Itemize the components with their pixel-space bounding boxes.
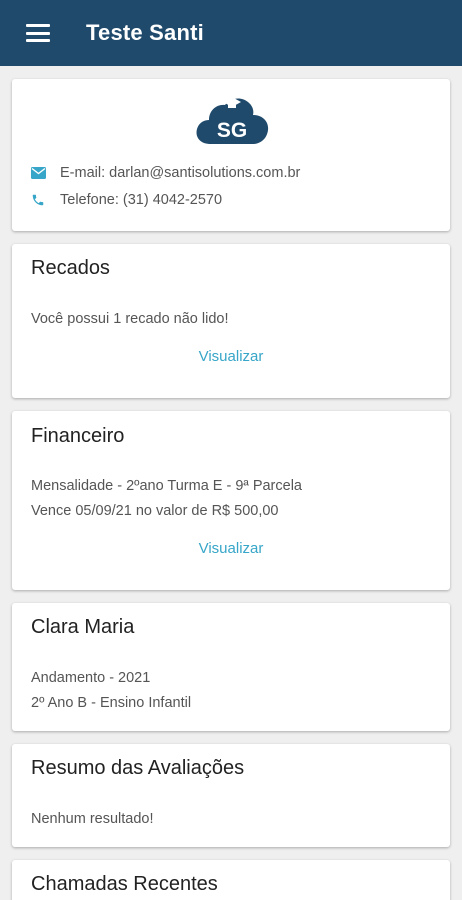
recados-view-button[interactable]: Visualizar [12, 348, 450, 365]
svg-text:SG: SG [217, 119, 247, 142]
contact-phone-row[interactable]: Telefone: (31) 4042-2570 [30, 192, 222, 208]
recados-message: Você possui 1 recado não lido! [31, 311, 229, 327]
student-year: Andamento - 2021 [31, 670, 151, 686]
student-name: Clara Maria [31, 616, 135, 638]
avaliacoes-message: Nenhum resultado! [31, 811, 154, 827]
recados-card: Recados Você possui 1 recado não lido! V… [12, 244, 450, 398]
avaliacoes-title: Resumo das Avaliações [31, 757, 245, 779]
financeiro-card: Financeiro Mensalidade - 2ºano Turma E -… [12, 411, 450, 590]
contact-email-row[interactable]: E-mail: darlan@santisolutions.com.br [30, 165, 300, 181]
mail-icon [30, 165, 46, 181]
financeiro-line-1: Mensalidade - 2ºano Turma E - 9ª Parcela [31, 478, 302, 494]
school-logo: SG [196, 97, 269, 144]
student-card[interactable]: Clara Maria Andamento - 2021 2º Ano B - … [12, 603, 450, 731]
avaliacoes-card: Resumo das Avaliações Nenhum resultado! [12, 744, 450, 847]
student-class: 2º Ano B - Ensino Infantil [31, 695, 192, 711]
recados-title: Recados [31, 257, 110, 279]
financeiro-title: Financeiro [31, 425, 125, 447]
phone-icon [30, 192, 46, 208]
contact-card: SG E-mail: darlan@santisolutions.com.br … [12, 79, 450, 231]
email-text: E-mail: darlan@santisolutions.com.br [60, 165, 301, 181]
phone-text: Telefone: (31) 4042-2570 [60, 192, 223, 208]
app-title: Teste Santi [86, 20, 204, 45]
app-bar: Teste Santi [0, 0, 462, 66]
hamburger-menu-icon[interactable] [26, 24, 50, 42]
financeiro-line-2: Vence 05/09/21 no valor de R$ 500,00 [31, 503, 279, 519]
financeiro-view-button[interactable]: Visualizar [12, 540, 450, 557]
chamadas-card: Chamadas Recentes [12, 860, 450, 900]
chamadas-title: Chamadas Recentes [31, 873, 218, 895]
